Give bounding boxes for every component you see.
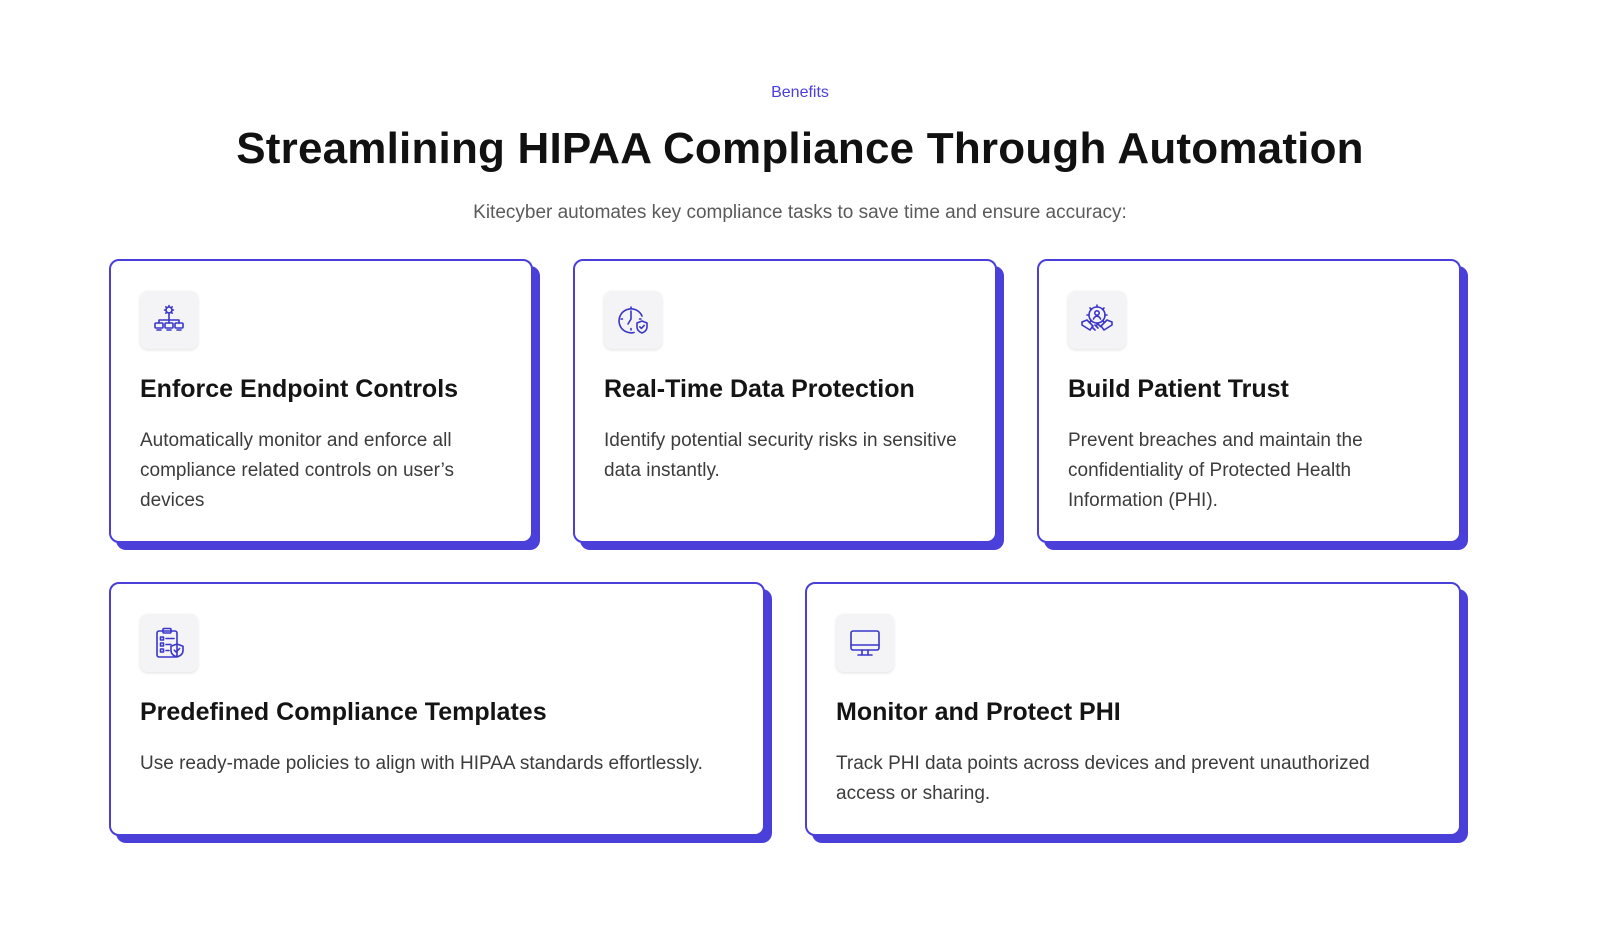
card-description: Automatically monitor and enforce all co… bbox=[140, 430, 455, 511]
clipboard-shield-icon bbox=[140, 614, 198, 672]
section-subtitle: Kitecyber automates key compliance tasks… bbox=[473, 202, 1127, 223]
card-title: Monitor and Protect PHI bbox=[836, 698, 1121, 726]
benefits-section: Benefits Streamlining HIPAA Compliance T… bbox=[0, 0, 1600, 945]
section-title: Streamlining HIPAA Compliance Through Au… bbox=[236, 124, 1364, 173]
card-title: Build Patient Trust bbox=[1068, 375, 1289, 403]
monitor-icon bbox=[836, 614, 894, 672]
endpoint-controls-icon bbox=[140, 291, 198, 349]
card-title: Predefined Compliance Templates bbox=[140, 698, 547, 726]
benefit-card-compliance-templates: Predefined Compliance Templates Use read… bbox=[109, 582, 765, 836]
benefit-card-patient-trust: Build Patient Trust Prevent breaches and… bbox=[1037, 259, 1461, 543]
card-description: Identify potential security risks in sen… bbox=[604, 430, 957, 481]
card-title: Real-Time Data Protection bbox=[604, 375, 915, 403]
card-description: Track PHI data points across devices and… bbox=[836, 753, 1370, 804]
clock-shield-icon bbox=[604, 291, 662, 349]
benefit-card-monitor-phi: Monitor and Protect PHI Track PHI data p… bbox=[805, 582, 1461, 836]
section-eyebrow: Benefits bbox=[771, 84, 829, 101]
card-description: Use ready-made policies to align with HI… bbox=[140, 753, 703, 774]
benefit-card-endpoint-controls: Enforce Endpoint Controls Automatically … bbox=[109, 259, 533, 543]
card-title: Enforce Endpoint Controls bbox=[140, 375, 459, 403]
benefit-card-real-time-protection: Real-Time Data Protection Identify poten… bbox=[573, 259, 997, 543]
card-description: Prevent breaches and maintain the confid… bbox=[1068, 430, 1363, 511]
handshake-gear-icon bbox=[1068, 291, 1126, 349]
